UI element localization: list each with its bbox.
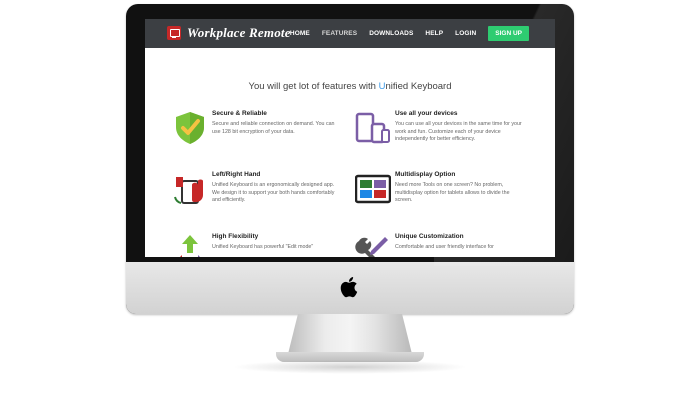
feature-desc: Unified Keyboard has powerful "Edit mode… [212,244,314,250]
imac-shadow [232,360,468,374]
brand-icon [167,26,181,40]
feature-desc: Comfortable and user friendly interface … [395,244,494,250]
nav-menu: HOME FEATURES DOWNLOADS HELP LOGIN SIGN … [278,26,529,41]
feature-title: Multidisplay Option [395,171,456,178]
signup-button[interactable]: SIGN UP [488,26,529,41]
multidisplay-icon [355,174,391,204]
tools-icon [355,237,388,257]
imac-stand [288,314,412,354]
features-headline: You will get lot of features with Unifie… [145,81,555,92]
feature-desc: Secure and reliable connection on demand… [212,121,335,135]
devices-icon [355,112,390,144]
brand-name: Workplace Remote [187,25,291,40]
nav-features[interactable]: FEATURES [322,30,357,37]
nav-help[interactable]: HELP [425,30,443,37]
imac-chin [126,262,574,314]
hands-icon [174,177,203,204]
feature-desc: Unified Keyboard is an ergonomically des… [212,182,335,204]
feature-desc: Need more Tools on one screen? No proble… [395,182,510,204]
shield-check-icon [176,112,204,144]
nav-home[interactable]: HOME [290,30,310,37]
headline-rest: nified Keyboard [385,81,452,92]
brand-logo[interactable]: Workplace Remote [167,25,291,41]
headline-prefix: You will get lot of features with [248,81,379,92]
feature-desc: You can use all your devices in the same… [395,121,522,143]
nav-downloads[interactable]: DOWNLOADS [369,30,413,37]
feature-title: High Flexibility [212,233,259,240]
screen: Workplace Remote HOME FEATURES DOWNLOADS… [145,19,555,257]
feature-title: Left/Right Hand [212,171,261,178]
top-navbar: Workplace Remote HOME FEATURES DOWNLOADS… [145,19,555,48]
feature-title: Secure & Reliable [212,110,267,117]
apple-logo-icon [340,277,358,298]
arrows-icon [180,235,200,257]
nav-login[interactable]: LOGIN [455,30,476,37]
feature-title: Use all your devices [395,110,458,117]
feature-title: Unique Customization [395,233,464,240]
